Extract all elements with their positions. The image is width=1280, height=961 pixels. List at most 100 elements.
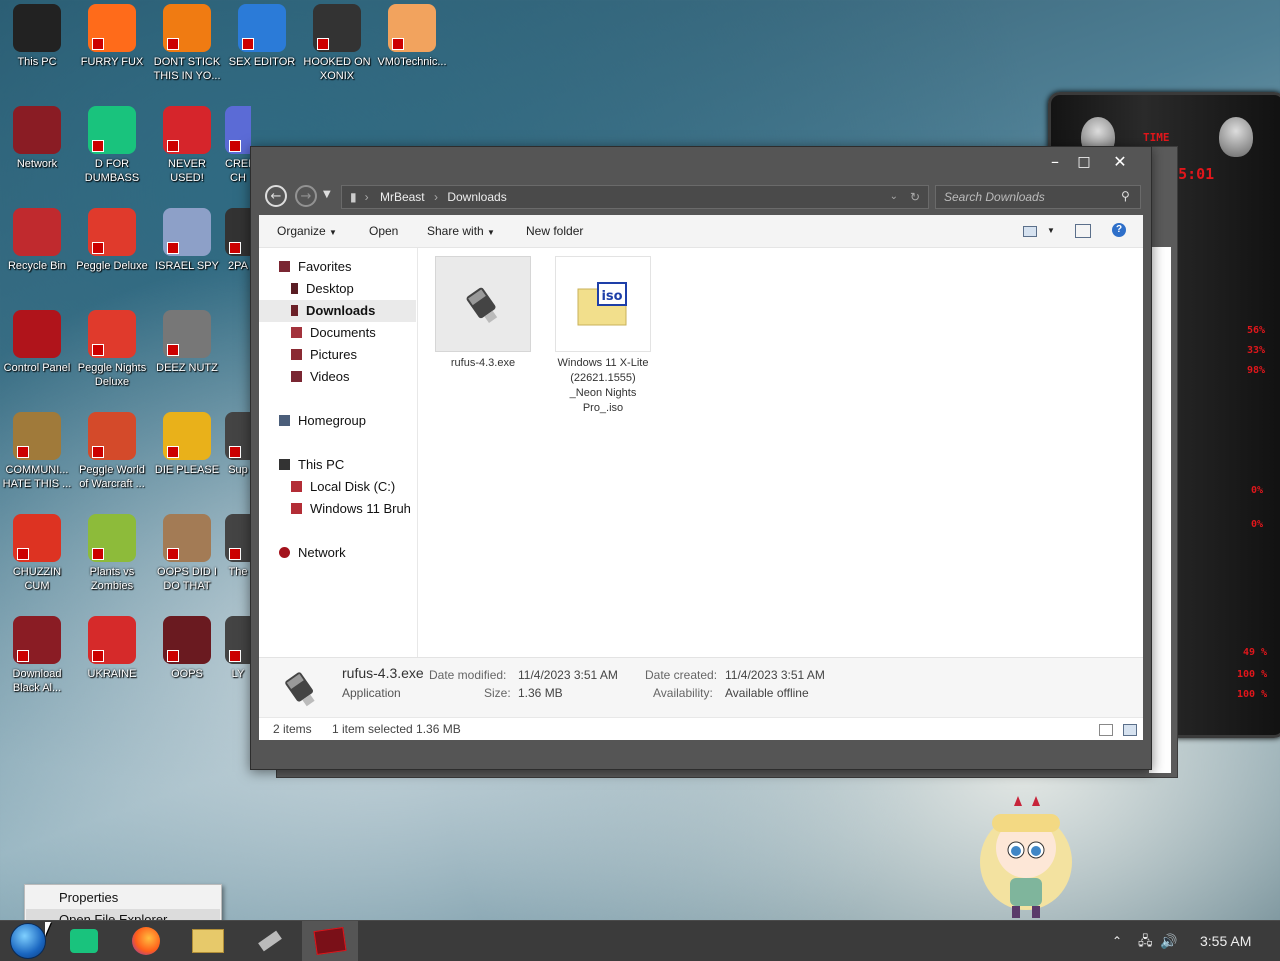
nav-desktop[interactable]: Desktop xyxy=(291,278,354,300)
desktop-icon-11[interactable]: Peggle Deluxe xyxy=(75,208,149,273)
clock[interactable]: 3:55 AM xyxy=(1200,921,1251,961)
desktop-icon-23[interactable]: OOPS DID I DO THAT xyxy=(150,514,224,593)
desktop-icon-label: Peggle World of Warcraft ... xyxy=(79,464,145,490)
command-bar: Organize ▼ Open Share with ▼ New folder … xyxy=(259,215,1143,248)
nav-downloads[interactable]: Downloads xyxy=(259,300,416,322)
desktop-icon-4[interactable]: HOOKED ON XONIX xyxy=(300,4,374,83)
desktop-icon-1[interactable]: FURRY FUX xyxy=(75,4,149,69)
open-button[interactable]: Open xyxy=(369,224,398,238)
address-bar[interactable]: ▮ › MrBeast › Downloads ⌄ ↻ xyxy=(341,185,929,209)
desktop-icon-28[interactable]: LY xyxy=(225,616,251,681)
hxd-icon xyxy=(238,4,286,52)
devcpp-icon xyxy=(163,106,211,154)
desktop-icon-15[interactable]: Peggle Nights Deluxe xyxy=(75,310,149,389)
desktop-icon-14[interactable]: Control Panel xyxy=(0,310,74,375)
desktop-icon-24[interactable]: The xyxy=(225,514,251,579)
file-item[interactable]: iso Windows 11 X-Lite (22621.1555) _Neon… xyxy=(555,256,651,416)
file-name: rufus-4.3.exe xyxy=(450,357,516,369)
desktop-icon-label: The xyxy=(228,566,248,578)
maximize-button[interactable]: □ xyxy=(1069,151,1099,173)
folder-icon: ▮ xyxy=(350,190,357,204)
search-input[interactable]: Search Downloads xyxy=(935,185,1141,209)
desktop-icon-10[interactable]: Recycle Bin xyxy=(0,208,74,273)
view-dropdown-icon[interactable]: ▼ xyxy=(1047,226,1055,235)
file-list: rufus-4.3.exe iso Windows 11 X-Lite (226… xyxy=(419,248,1143,657)
shortcut-badge-icon xyxy=(167,446,179,458)
nav-videos[interactable]: Videos xyxy=(291,366,350,388)
desktop-icon-2[interactable]: DONT STICK THIS IN YO... xyxy=(150,4,224,83)
taskbar-firefox[interactable] xyxy=(118,921,174,961)
taskbar-file-explorer[interactable] xyxy=(180,921,236,961)
nav-network[interactable]: Network xyxy=(279,542,346,564)
new-folder-button[interactable]: New folder xyxy=(526,224,583,238)
nav-pictures[interactable]: Pictures xyxy=(291,344,357,366)
desktop-icon-0[interactable]: This PC xyxy=(0,4,74,69)
network-tray-icon[interactable]: 🖧 xyxy=(1138,921,1153,961)
desktop-icon-25[interactable]: Download Black Al... xyxy=(0,616,74,695)
firefox-icon xyxy=(88,4,136,52)
forward-button[interactable]: → xyxy=(295,185,317,207)
desktop-icon-12[interactable]: ISRAEL SPY xyxy=(150,208,224,273)
desktop-icon-6[interactable]: Network xyxy=(0,106,74,171)
radiation-icon xyxy=(88,616,136,664)
nav-favorites[interactable]: Favorites xyxy=(279,256,351,278)
nav-local-disk[interactable]: Local Disk (C:) xyxy=(291,476,395,498)
desktop-icon-label: Download Black Al... xyxy=(12,668,62,694)
desktop-icon-label: FURRY FUX xyxy=(80,56,144,68)
details-pane: rufus-4.3.exe Application Date modified:… xyxy=(259,657,1143,718)
file-item[interactable]: rufus-4.3.exe xyxy=(435,256,531,371)
desktop-icon-27[interactable]: OOPS xyxy=(150,616,224,681)
nav-homegroup[interactable]: Homegroup xyxy=(279,410,366,432)
desktop-icon-20[interactable]: Sup xyxy=(225,412,251,477)
view-options-icon[interactable] xyxy=(1023,226,1037,237)
volume-icon[interactable]: 🔊 xyxy=(1160,921,1177,961)
refresh-icon[interactable]: ↻ xyxy=(910,186,920,208)
desktop-icon-5[interactable]: VM0Technic... xyxy=(375,4,449,69)
shortcut-badge-icon xyxy=(167,140,179,152)
help-icon[interactable]: ? xyxy=(1112,223,1126,237)
desktop-icon-9[interactable]: CRED CH xyxy=(225,106,251,185)
title-bar[interactable]: – □ ✕ xyxy=(251,147,1151,183)
address-dropdown-icon[interactable]: ⌄ xyxy=(890,186,898,208)
nav-windows11-drive[interactable]: Windows 11 Bruh xyxy=(291,498,411,520)
desktop-icon-16[interactable]: DEEZ NUTZ xyxy=(150,310,224,375)
nav-this-pc[interactable]: This PC xyxy=(279,454,344,476)
desktop-icon-label: This PC xyxy=(17,56,57,68)
desktop-icon-17[interactable]: COMMUNI... HATE THIS ... xyxy=(0,412,74,491)
shortcut-badge-icon xyxy=(229,650,241,662)
large-icons-view-icon[interactable] xyxy=(1123,724,1137,736)
breadcrumb-downloads[interactable]: Downloads xyxy=(447,190,506,204)
desktop-icon-13[interactable]: 2PA xyxy=(225,208,251,273)
taskbar-app-green[interactable] xyxy=(56,921,112,961)
shortcut-badge-icon xyxy=(167,242,179,254)
taskbar-alien-app[interactable] xyxy=(302,921,358,961)
status-bar: 2 items 1 item selected 1.36 MB xyxy=(259,717,1143,740)
desktop-icon-3[interactable]: SEX EDITOR xyxy=(225,4,299,69)
show-hidden-icons-chevron-icon[interactable]: ⌃ xyxy=(1112,921,1122,961)
back-button[interactable]: ← xyxy=(265,185,287,207)
desktop-icon-21[interactable]: CHUZZIN CUM xyxy=(0,514,74,593)
shortcut-badge-icon xyxy=(92,38,104,50)
shortcut-badge-icon xyxy=(229,548,241,560)
desktop-icon-22[interactable]: Plants vs Zombies xyxy=(75,514,149,593)
share-with-button[interactable]: Share with ▼ xyxy=(427,224,495,238)
organize-button[interactable]: Organize ▼ xyxy=(277,224,337,238)
desktop-icon-8[interactable]: NEVER USED! xyxy=(150,106,224,185)
minimize-button[interactable]: – xyxy=(1040,151,1070,173)
search-icon[interactable]: ⚲ xyxy=(1121,189,1130,203)
close-button[interactable]: ✕ xyxy=(1105,151,1135,173)
taskbar-rufus[interactable] xyxy=(242,921,298,961)
desktop-icon-7[interactable]: D FOR DUMBASS xyxy=(75,106,149,185)
desktop-icon-19[interactable]: DIE PLEASE xyxy=(150,412,224,477)
menu-item-properties[interactable]: Properties xyxy=(26,887,220,909)
details-view-icon[interactable] xyxy=(1099,724,1113,736)
nav-documents[interactable]: Documents xyxy=(291,322,376,344)
preview-pane-icon[interactable] xyxy=(1075,224,1091,238)
breadcrumb-mrbeast[interactable]: MrBeast xyxy=(380,190,425,204)
d-app-icon xyxy=(70,929,98,953)
desktop-icon-26[interactable]: UKRAINE xyxy=(75,616,149,681)
usb-drive-icon xyxy=(258,930,282,952)
recent-locations-chevron-icon[interactable]: ▼ xyxy=(323,189,331,200)
desktop-icon-18[interactable]: Peggle World of Warcraft ... xyxy=(75,412,149,491)
downloads-icon xyxy=(291,305,298,316)
